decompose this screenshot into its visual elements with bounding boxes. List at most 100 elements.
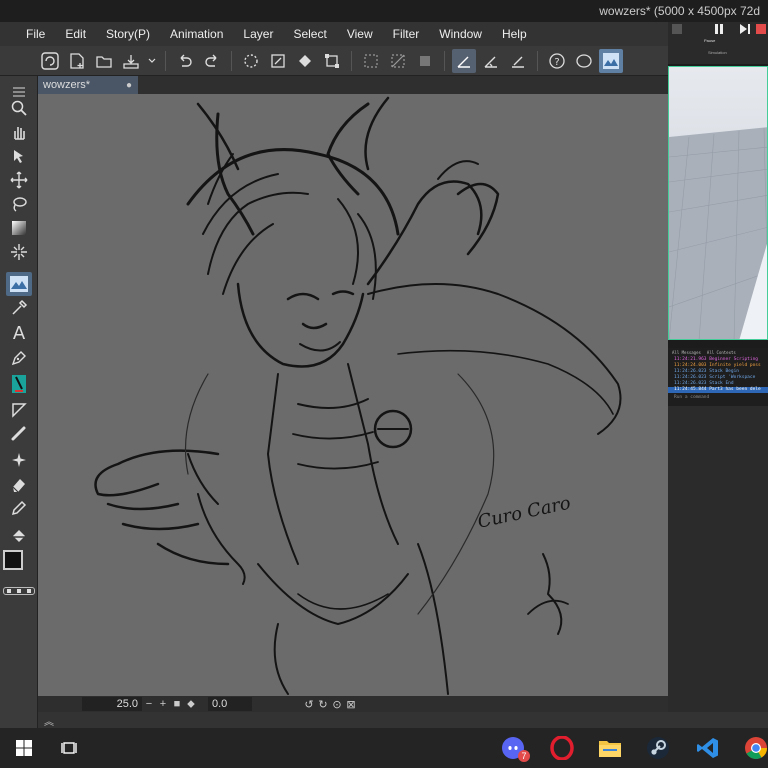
artist-signature: Curo Caro — [476, 493, 573, 533]
opera-icon[interactable] — [548, 734, 576, 762]
chrome-icon[interactable] — [742, 734, 768, 762]
rotation-angle[interactable]: 0.0 — [208, 697, 252, 711]
menu-view[interactable]: View — [337, 22, 383, 46]
roblox-viewport[interactable] — [668, 66, 768, 340]
fit-icon[interactable]: ■ — [170, 698, 184, 710]
redo-icon[interactable] — [200, 49, 224, 73]
paint-bucket-icon[interactable] — [6, 524, 32, 548]
zoom-in-icon[interactable]: + — [156, 698, 170, 710]
material-icon[interactable] — [599, 48, 623, 73]
svg-text:?: ? — [554, 57, 559, 68]
canvas-status-bar: 25.0 − + ■ ⬥ 0.0 ↺ ↻ ⊙ ⊠ — [38, 696, 668, 712]
ruler-tool-icon[interactable] — [6, 422, 32, 446]
hand-icon[interactable] — [6, 120, 32, 144]
output-filters: All Messages All Contexts — [668, 348, 768, 357]
filter-messages[interactable]: All Messages — [672, 350, 701, 355]
gradient-icon[interactable] — [6, 216, 32, 240]
save-icon[interactable] — [119, 49, 143, 73]
stop-icon[interactable] — [756, 24, 766, 34]
menu-animation[interactable]: Animation — [160, 22, 233, 46]
drawing-canvas[interactable]: Curo Caro — [38, 94, 668, 696]
taskbar: 7 — [0, 728, 768, 768]
menu-bar: File Edit Story(P) Animation Layer Selec… — [0, 22, 668, 46]
document-tab[interactable]: wowzers* ● — [38, 76, 138, 94]
clear-icon[interactable] — [266, 49, 290, 73]
operation-icon[interactable] — [6, 144, 32, 168]
flip-icon[interactable]: ⊠ — [344, 698, 358, 711]
open-folder-icon[interactable] — [92, 49, 116, 73]
menu-filter[interactable]: Filter — [383, 22, 430, 46]
command-bar-input[interactable]: Run a command — [668, 395, 768, 401]
pause-icon[interactable] — [712, 22, 726, 36]
document-tab-bar: wowzers* ● — [38, 76, 668, 94]
main-color-swatch[interactable] — [3, 550, 23, 570]
zoom-level[interactable]: 25.0 — [82, 697, 142, 711]
vscode-icon[interactable] — [694, 734, 722, 762]
command-bar: ? — [0, 46, 668, 76]
start-icon[interactable] — [10, 734, 38, 762]
transform-icon[interactable] — [320, 49, 344, 73]
file-explorer-icon[interactable] — [596, 734, 624, 762]
clip-studio-icon[interactable] — [38, 49, 62, 73]
play-icon[interactable] — [672, 24, 682, 34]
loading-icon[interactable] — [239, 49, 263, 73]
chevron-down-icon[interactable] — [146, 49, 158, 73]
new-canvas-icon[interactable] — [65, 49, 89, 73]
move-layer-icon[interactable] — [6, 168, 32, 192]
discord-icon[interactable]: 7 — [500, 734, 530, 762]
special-ruler-snap-icon[interactable] — [479, 49, 503, 73]
document-tab-close[interactable]: ● — [126, 80, 132, 91]
reset-rotation-icon[interactable]: ⊙ — [330, 698, 344, 711]
rotate-right-icon[interactable]: ↻ — [316, 698, 330, 711]
zoom-out-icon[interactable]: − — [142, 698, 156, 710]
document-tab-label: wowzers* — [43, 79, 91, 91]
selection-border-icon[interactable] — [413, 49, 437, 73]
sparkle-icon[interactable] — [6, 448, 32, 472]
output-line-selected: 11:24:45.844 Part3 has been dele — [668, 387, 768, 393]
eraser-icon[interactable] — [6, 472, 32, 496]
rotate-left-icon[interactable]: ↺ — [302, 698, 316, 711]
step-icon[interactable] — [738, 22, 752, 36]
steam-icon[interactable] — [644, 734, 672, 762]
fill-icon[interactable] — [293, 49, 317, 73]
companion-icon[interactable] — [572, 49, 596, 73]
toolbar-divider — [537, 50, 538, 71]
pencil-icon[interactable] — [6, 496, 32, 520]
filter-contexts[interactable]: All Contexts — [707, 350, 736, 355]
window-title: wowzers* (5000 x 4500px 72d — [599, 4, 760, 18]
zoom-icon[interactable] — [6, 96, 32, 120]
invert-selection-icon[interactable] — [386, 49, 410, 73]
roblox-ribbon: Pause Simulation — [668, 22, 768, 64]
menu-story[interactable]: Story(P) — [96, 22, 160, 46]
deselect-icon[interactable] — [359, 49, 383, 73]
menu-file[interactable]: File — [16, 22, 55, 46]
toolbar-divider — [231, 50, 232, 71]
magic-wand-icon[interactable] — [6, 240, 32, 264]
text-tool-icon[interactable]: A — [6, 320, 32, 344]
sketch-artwork: Curo Caro — [94, 96, 622, 695]
figure-tool-icon[interactable] — [6, 398, 32, 422]
help-icon[interactable]: ? — [545, 49, 569, 73]
undo-icon[interactable] — [173, 49, 197, 73]
menu-select[interactable]: Select — [283, 22, 336, 46]
toolbar-divider — [351, 50, 352, 71]
brush-color-icon[interactable] — [6, 372, 32, 396]
pen-icon[interactable] — [6, 346, 32, 370]
bottom-panel: ︽ — [38, 712, 768, 728]
simulation-label: Simulation — [708, 50, 727, 55]
toolbar-divider — [165, 50, 166, 71]
mode-dot — [7, 589, 11, 593]
grid-snap-icon[interactable] — [506, 49, 530, 73]
color-mode-toggle[interactable] — [3, 587, 35, 595]
lasso-icon[interactable] — [6, 192, 32, 216]
menu-edit[interactable]: Edit — [55, 22, 96, 46]
task-view-icon[interactable] — [56, 734, 84, 762]
menu-window[interactable]: Window — [429, 22, 492, 46]
menu-layer[interactable]: Layer — [233, 22, 283, 46]
expand-panel-icon[interactable]: ︽ — [44, 713, 54, 728]
ruler-snap-icon[interactable] — [452, 48, 476, 73]
material-tool-icon[interactable] — [6, 272, 32, 296]
menu-help[interactable]: Help — [492, 22, 537, 46]
eyedropper-icon[interactable] — [6, 296, 32, 320]
zoom-slider-icon[interactable]: ⬥ — [184, 698, 198, 711]
